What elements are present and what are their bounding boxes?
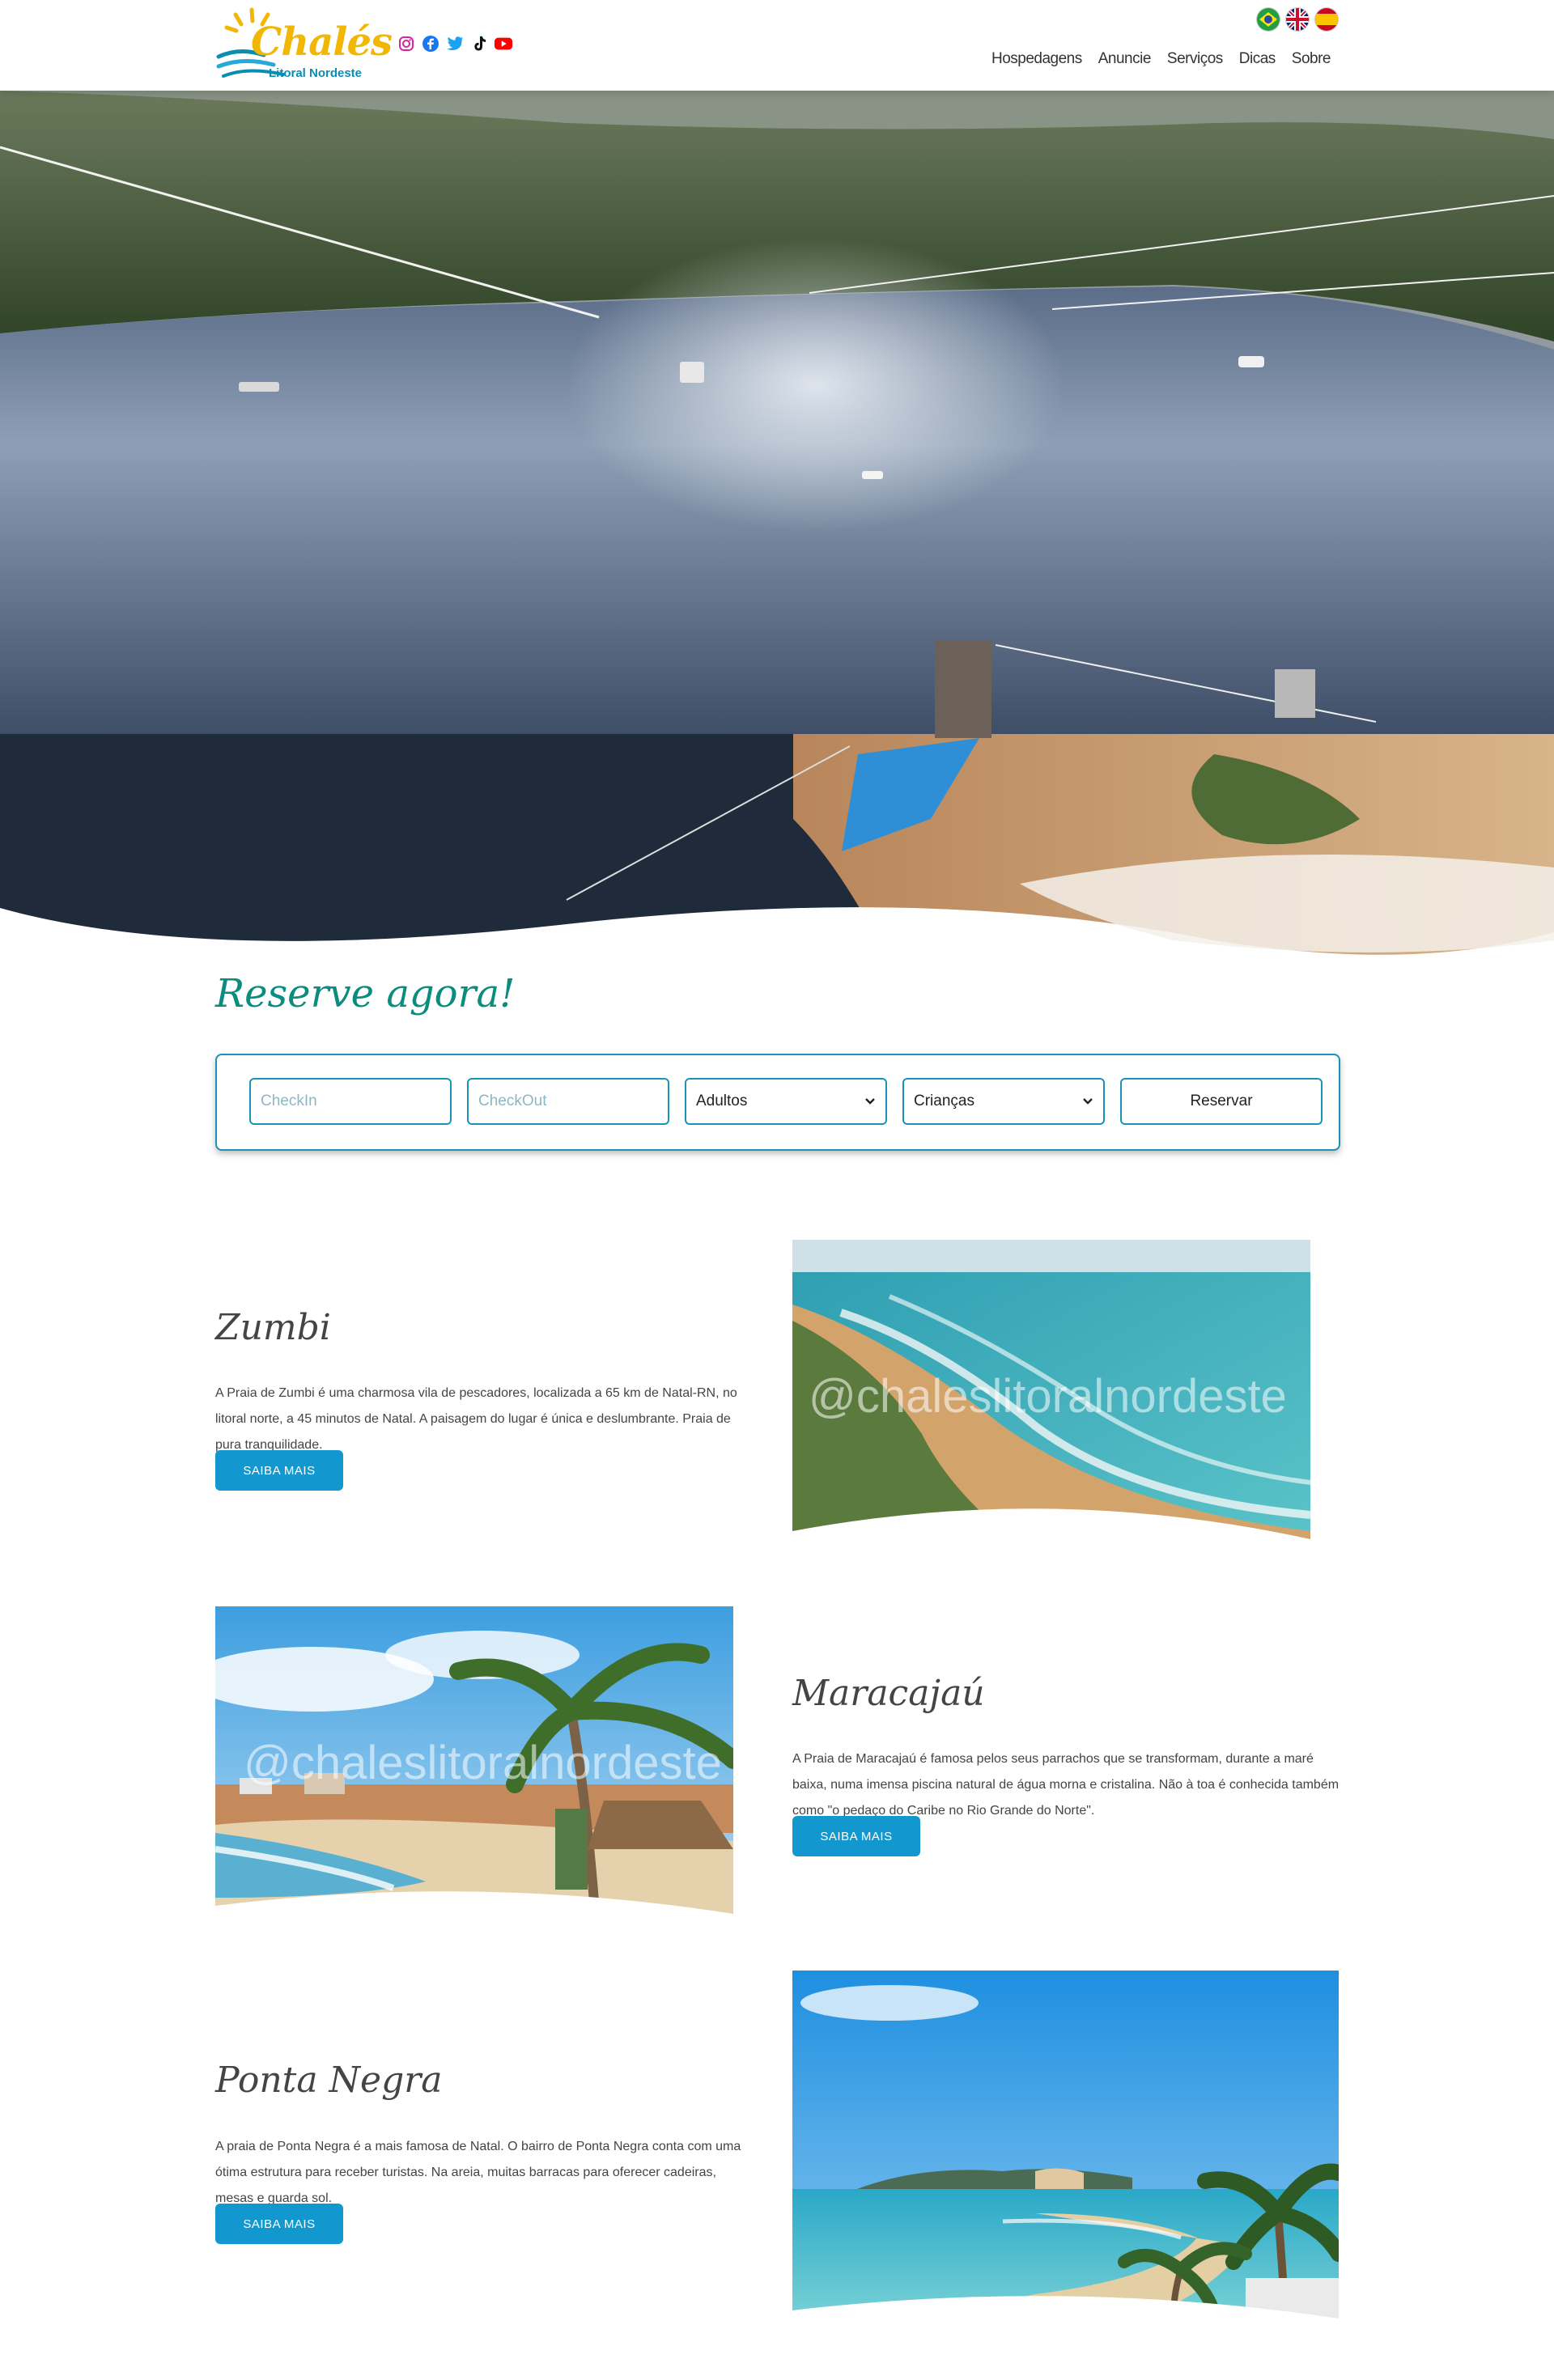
site-header: Chalés Litoral Nordeste Hospedagens Anun…	[0, 0, 1554, 91]
checkin-input[interactable]: CheckIn	[249, 1078, 452, 1125]
nav-dicas[interactable]: Dicas	[1239, 50, 1276, 68]
maracajau-title: Maracajaú	[792, 1673, 985, 1714]
logo-wordmark: Chalés	[251, 19, 393, 65]
booking-form: CheckIn CheckOut Adultos Crianças Reserv…	[215, 1054, 1340, 1151]
hero-lagoon-image	[0, 91, 1554, 965]
flag-uk-icon[interactable]	[1286, 8, 1309, 31]
zumbi-more-button[interactable]: SAIBA MAIS	[215, 1450, 343, 1491]
zumbi-title: Zumbi	[215, 1307, 331, 1348]
ponta-negra-description: A praia de Ponta Negra é a mais famosa d…	[215, 2140, 741, 2205]
language-switcher	[1257, 8, 1338, 31]
zumbi-description: A Praia de Zumbi é uma charmosa vila de …	[215, 1386, 737, 1452]
nav-anuncie[interactable]: Anuncie	[1098, 50, 1152, 68]
reserve-button[interactable]: Reservar	[1120, 1078, 1323, 1125]
ponta-negra-beach-image	[792, 1971, 1339, 2330]
nav-hospedagens[interactable]: Hospedagens	[991, 50, 1082, 68]
children-select[interactable]: Crianças	[902, 1078, 1105, 1125]
youtube-icon[interactable]	[494, 34, 513, 53]
adults-select-label: Adultos	[696, 1092, 748, 1109]
logo-subtext: Litoral Nordeste	[269, 66, 363, 80]
flag-spain-icon[interactable]	[1315, 8, 1338, 31]
facebook-icon[interactable]	[421, 34, 440, 53]
maracajau-watermark: @chaleslitoralnordeste	[244, 1737, 722, 1789]
flag-brazil-icon[interactable]	[1257, 8, 1280, 31]
tiktok-icon[interactable]	[469, 34, 489, 53]
maracajau-description: A Praia de Maracajaú é famosa pelos seus…	[792, 1752, 1340, 1818]
social-links	[397, 34, 513, 53]
logo[interactable]: Chalés Litoral Nordeste	[215, 5, 393, 86]
children-select-label: Crianças	[914, 1092, 974, 1109]
checkout-input[interactable]: CheckOut	[467, 1078, 669, 1125]
main-nav: Hospedagens Anuncie Serviços Dicas Sobre	[991, 50, 1331, 68]
zumbi-watermark: @chaleslitoralnordeste	[809, 1370, 1287, 1423]
maracajau-more-button[interactable]: SAIBA MAIS	[792, 1816, 920, 1856]
reserve-title: Reserve agora!	[215, 971, 516, 1016]
ponta-negra-title: Ponta Negra	[215, 2060, 443, 2101]
ponta-negra-more-button[interactable]: SAIBA MAIS	[215, 2204, 343, 2244]
adults-select[interactable]: Adultos	[685, 1078, 887, 1125]
maracajau-beach-image: @chaleslitoralnordeste	[215, 1606, 733, 1924]
instagram-icon[interactable]	[397, 34, 416, 53]
nav-sobre[interactable]: Sobre	[1292, 50, 1331, 68]
twitter-icon[interactable]	[445, 34, 465, 53]
chevron-down-icon	[865, 1098, 875, 1105]
zumbi-beach-image: @chaleslitoralnordeste	[792, 1240, 1310, 1557]
nav-servicos[interactable]: Serviços	[1167, 50, 1223, 68]
chevron-down-icon	[1083, 1098, 1093, 1105]
